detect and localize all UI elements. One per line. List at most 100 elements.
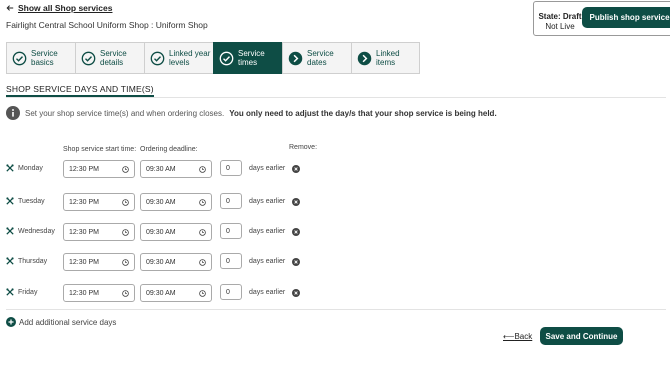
check-circle-icon	[150, 51, 165, 65]
plus-circle-icon	[6, 317, 16, 327]
days-earlier-input[interactable]: 0	[220, 193, 242, 209]
show-all-services-link[interactable]: Show all Shop services	[6, 3, 112, 13]
clock-icon[interactable]	[199, 229, 206, 236]
shop-title: Fairlight Central School Uniform Shop : …	[6, 20, 208, 30]
add-service-days-label: Add additional service days	[19, 317, 117, 327]
days-earlier-label: days earlier	[249, 165, 286, 172]
clock-icon[interactable]	[199, 199, 206, 206]
step-label: Service basics	[31, 49, 58, 67]
clock-icon[interactable]	[122, 229, 129, 236]
step-service-times[interactable]: Service times	[213, 42, 282, 74]
info-text: Set your shop service time(s) and when o…	[25, 108, 225, 118]
start-time-value: 12:30 PM	[69, 289, 99, 297]
deadline-time-input[interactable]: 09:30 AM	[140, 253, 212, 271]
arrow-circle-right-icon	[288, 51, 303, 65]
clock-icon[interactable]	[122, 199, 129, 206]
remove-x-circle-icon[interactable]	[292, 228, 300, 236]
service-day-row: Friday 12:30 PM 09:30 AM 0 days earlier	[6, 284, 666, 302]
show-all-services-label: Show all Shop services	[18, 3, 113, 13]
step-service-basics[interactable]: Service basics	[6, 42, 75, 74]
deadline-time-value: 09:30 AM	[146, 165, 176, 173]
remove-x-circle-icon[interactable]	[292, 258, 300, 266]
clock-icon[interactable]	[122, 166, 129, 173]
publish-button[interactable]: Publish shop service	[582, 7, 670, 28]
step-label: Linked year levels	[169, 49, 211, 67]
start-time-input[interactable]: 12:30 PM	[63, 223, 135, 241]
step-label: Service details	[100, 49, 127, 67]
info-bold-text: You only need to adjust the day/s that y…	[229, 108, 497, 118]
remove-x-circle-icon[interactable]	[292, 165, 300, 173]
deadline-time-input[interactable]: 09:30 AM	[140, 193, 212, 211]
clock-icon[interactable]	[199, 166, 206, 173]
back-label: Back	[514, 332, 533, 341]
col-header-remove: Remove:	[289, 144, 318, 151]
section-heading: SHOP SERVICE DAYS AND TIME(S)	[6, 84, 154, 97]
step-label: Linked items	[376, 49, 400, 67]
deadline-time-input[interactable]: 09:30 AM	[140, 284, 212, 302]
day-label: Monday	[18, 165, 43, 172]
day-label: Thursday	[18, 258, 48, 265]
clock-icon[interactable]	[199, 259, 206, 266]
start-time-input[interactable]: 12:30 PM	[63, 193, 135, 211]
col-header-start: Shop service start time:	[63, 146, 137, 153]
status-text: State: Draft Not Live	[538, 12, 582, 32]
deadline-time-value: 09:30 AM	[146, 228, 176, 236]
service-day-row: Tuesday 12:30 PM 09:30 AM 0 days earlier	[6, 193, 666, 211]
status-panel: State: Draft Not Live Publish shop servi…	[533, 1, 670, 36]
start-time-value: 12:30 PM	[69, 165, 99, 173]
days-earlier-label: days earlier	[249, 228, 286, 235]
days-earlier-input[interactable]: 0	[220, 284, 242, 300]
arrow-circle-right-icon	[357, 51, 372, 65]
tools-icon	[6, 288, 14, 296]
divider	[6, 309, 666, 310]
remove-x-circle-icon[interactable]	[292, 289, 300, 297]
status-label: State: Draft	[538, 12, 582, 21]
info-message: Set your shop service time(s) and when o…	[6, 106, 497, 120]
add-service-days-button[interactable]: Add additional service days	[6, 317, 116, 327]
arrow-left-icon	[6, 5, 14, 11]
step-label: Service dates	[307, 49, 334, 67]
back-link[interactable]: ⟵Back	[503, 332, 532, 341]
step-service-dates[interactable]: Service dates	[282, 42, 351, 74]
start-time-input[interactable]: 12:30 PM	[63, 160, 135, 178]
deadline-time-value: 09:30 AM	[146, 289, 176, 297]
back-arrow: ⟵	[503, 332, 515, 341]
deadline-time-value: 09:30 AM	[146, 258, 176, 266]
status-sub: Not Live	[545, 22, 575, 31]
clock-icon[interactable]	[122, 290, 129, 297]
days-earlier-label: days earlier	[249, 258, 286, 265]
step-linked-items[interactable]: Linked items	[351, 42, 420, 74]
save-and-continue-button[interactable]: Save and Continue	[540, 327, 623, 345]
step-service-details[interactable]: Service details	[75, 42, 144, 74]
service-day-row: Wednesday 12:30 PM 09:30 AM 0 days earli…	[6, 223, 666, 241]
days-earlier-label: days earlier	[249, 198, 286, 205]
days-earlier-input[interactable]: 0	[220, 160, 242, 176]
remove-x-circle-icon[interactable]	[292, 198, 300, 206]
start-time-value: 12:30 PM	[69, 228, 99, 236]
tools-icon	[6, 227, 14, 235]
deadline-time-value: 09:30 AM	[146, 198, 176, 206]
check-circle-icon	[12, 51, 27, 65]
deadline-time-input[interactable]: 09:30 AM	[140, 160, 212, 178]
tools-icon	[6, 197, 14, 205]
info-icon	[6, 106, 20, 120]
day-label: Friday	[18, 289, 38, 296]
clock-icon[interactable]	[199, 290, 206, 297]
check-circle-icon	[81, 51, 96, 65]
service-day-row: Monday 12:30 PM 09:30 AM 0 days earlier	[6, 160, 666, 178]
start-time-value: 12:30 PM	[69, 258, 99, 266]
start-time-input[interactable]: 12:30 PM	[63, 284, 135, 302]
service-day-row: Thursday 12:30 PM 09:30 AM 0 days earlie…	[6, 253, 666, 271]
col-header-deadline: Ordering deadline:	[140, 146, 198, 153]
deadline-time-input[interactable]: 09:30 AM	[140, 223, 212, 241]
step-label: Service times	[238, 49, 265, 67]
days-earlier-input[interactable]: 0	[220, 253, 242, 269]
step-linked-year-levels[interactable]: Linked year levels	[144, 42, 213, 74]
divider	[6, 97, 666, 98]
start-time-input[interactable]: 12:30 PM	[63, 253, 135, 271]
clock-icon[interactable]	[122, 259, 129, 266]
days-earlier-input[interactable]: 0	[220, 223, 242, 239]
tools-icon	[6, 164, 14, 172]
days-earlier-label: days earlier	[249, 289, 286, 296]
step-progress: Service basics Service details Linked ye…	[6, 42, 420, 74]
